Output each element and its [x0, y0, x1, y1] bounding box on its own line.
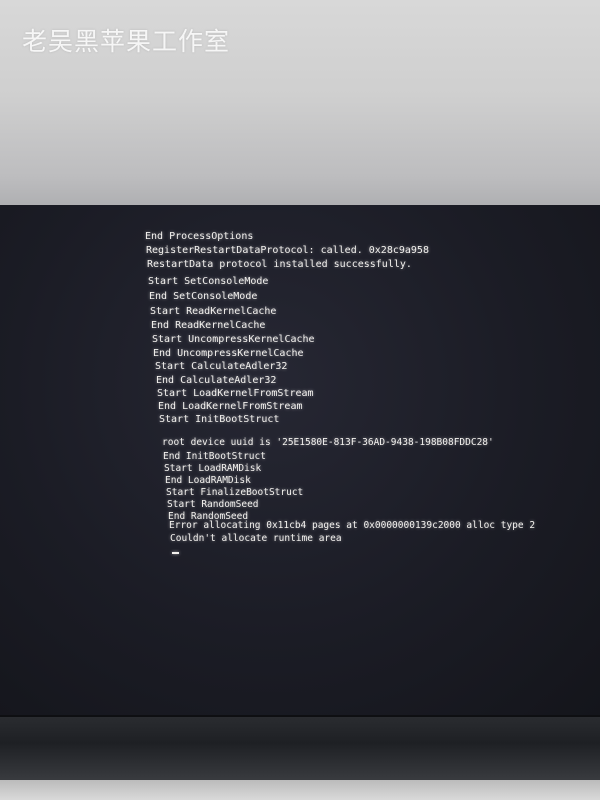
photo-of-monitor: 老吴黑苹果工作室 End ProcessOptions RegisterRest…: [0, 0, 600, 800]
console-line: Start LoadKernelFromStream: [157, 388, 314, 399]
console-line: End ProcessOptions: [145, 231, 254, 242]
console-line: Start LoadRAMDisk: [164, 463, 262, 474]
console-line: End CalculateAdler32: [156, 375, 277, 386]
boot-console: End ProcessOptions RegisterRestartDataPr…: [0, 0, 600, 800]
console-line: End UncompressKernelCache: [153, 348, 304, 359]
console-line: RestartData protocol installed successfu…: [147, 259, 412, 270]
console-line: End SetConsoleMode: [149, 291, 258, 302]
console-line: Start RandomSeed: [167, 499, 259, 510]
console-line: Error allocating 0x11cb4 pages at 0x0000…: [169, 520, 536, 531]
console-line: Start SetConsoleMode: [148, 276, 269, 287]
console-line: Start FinalizeBootStruct: [166, 487, 304, 498]
console-line: End InitBootStruct: [163, 451, 266, 462]
text-cursor: [172, 552, 179, 554]
console-line: Start CalculateAdler32: [155, 361, 288, 372]
console-line: Start UncompressKernelCache: [152, 334, 315, 345]
console-line: End LoadRAMDisk: [165, 475, 251, 486]
console-line: End LoadKernelFromStream: [158, 401, 303, 412]
console-line: Start InitBootStruct: [159, 414, 280, 425]
console-line: RegisterRestartDataProtocol: called. 0x2…: [146, 245, 429, 256]
console-line: End ReadKernelCache: [151, 320, 266, 331]
console-line: Couldn't allocate runtime area: [170, 533, 342, 544]
console-line: root device uuid is '25E1580E-813F-36AD-…: [162, 437, 494, 448]
console-line: Start ReadKernelCache: [150, 306, 277, 317]
